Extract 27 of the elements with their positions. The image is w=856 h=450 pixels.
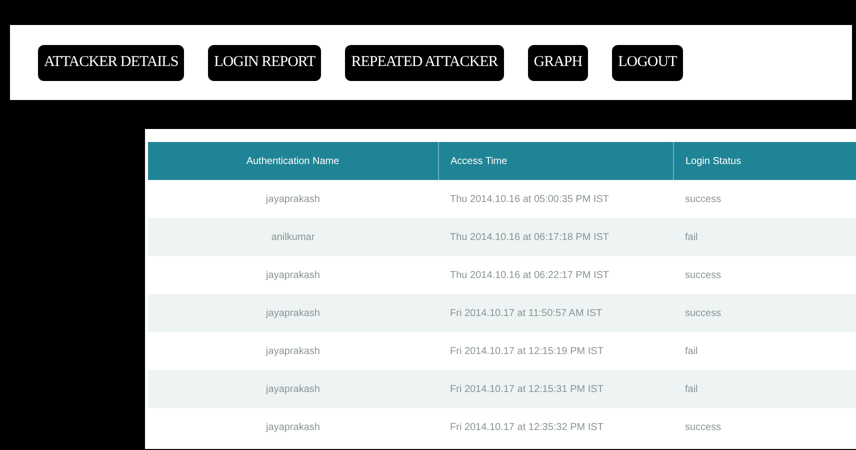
nav-button[interactable]: LOGOUT <box>612 44 683 80</box>
table-cell: jayaprakash <box>148 408 438 446</box>
table-cell: jayaprakash <box>148 294 438 332</box>
nav-button[interactable]: LOGIN REPORT <box>208 44 322 80</box>
table-cell: success <box>673 294 856 332</box>
column-header: Authentication Name <box>148 142 438 180</box>
table-cell: Thu 2014.10.16 at 06:17:18 PM IST <box>438 218 673 256</box>
table-cell: jayaprakash <box>148 332 438 370</box>
table-cell: fail <box>673 218 856 256</box>
table-cell: Thu 2014.10.16 at 06:22:17 PM IST <box>438 256 673 294</box>
table-cell: Fri 2014.10.17 at 12:35:32 PM IST <box>438 408 673 446</box>
table-cell: success <box>673 180 856 218</box>
table-cell: Fri 2014.10.17 at 12:15:19 PM IST <box>438 332 673 370</box>
nav-button[interactable]: REPEATED ATTACKER <box>345 44 504 80</box>
table-cell: jayaprakash <box>148 180 438 218</box>
table-cell: success <box>673 408 856 446</box>
table-cell: jayaprakash <box>148 256 438 294</box>
table-cell: success <box>673 256 856 294</box>
table-cell: Fri 2014.10.17 at 11:50:57 AM IST <box>438 294 673 332</box>
table-cell: fail <box>673 332 856 370</box>
table-cell: Thu 2014.10.16 at 05:00:35 PM IST <box>438 180 673 218</box>
table-cell: fail <box>673 370 856 408</box>
nav-button[interactable]: GRAPH <box>528 44 588 80</box>
table-cell: anilkumar <box>148 218 438 256</box>
nav-button[interactable]: ATTACKER DETAILS <box>38 44 184 80</box>
table-cell: jayaprakash <box>148 370 438 408</box>
table-cell: Fri 2014.10.17 at 12:15:31 PM IST <box>438 370 673 408</box>
